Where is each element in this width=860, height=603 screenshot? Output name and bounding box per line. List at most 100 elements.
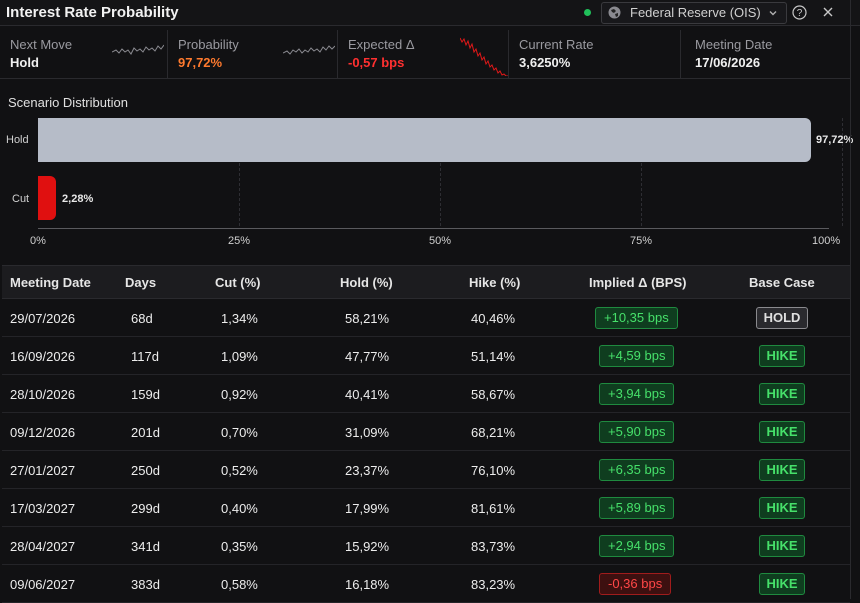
close-icon[interactable] [822, 6, 834, 18]
cell-days: 299d [131, 501, 160, 516]
column-header[interactable]: Hold (%) [340, 275, 393, 290]
cell-hike: 83,73% [471, 539, 516, 554]
cell-days: 383d [131, 577, 160, 592]
cell-hike: 51,14% [471, 349, 516, 364]
base-case-badge: HIKE [759, 497, 805, 519]
stat-value: 97,72% [178, 55, 223, 70]
cell-days: 159d [131, 387, 160, 402]
table-row[interactable]: 16/09/2026 117d 1,09% 47,77% 51,14% +4,59 bps… [2, 337, 850, 375]
cell-cut: 1,34% [221, 311, 258, 326]
x-axis [38, 228, 829, 229]
stat-value: -0,57 bps [348, 55, 405, 70]
cell-date: 28/10/2026 [10, 387, 76, 402]
cell-hold: 31,09% [345, 425, 390, 440]
table-body: 29/07/2026 68d 1,34% 58,21% 40,46% +10,35 bps… [2, 299, 850, 603]
base-case-badge: HIKE [759, 345, 805, 367]
cell-hike: 58,67% [471, 387, 516, 402]
meetings-table: Meeting Date Days Cut (%) Hold (%) Hike … [2, 265, 850, 603]
table-row[interactable]: 28/10/2026 159d 0,92% 40,41% 58,67% +3,94 bps… [2, 375, 850, 413]
stat-label: Next Move [10, 37, 73, 52]
implied-delta-pill: +6,35 bps [599, 459, 675, 481]
sparkline-probability [283, 45, 335, 55]
base-case-badge: HIKE [759, 459, 805, 481]
stat-label: Probability [178, 37, 239, 52]
cell-hike: 68,21% [471, 425, 516, 440]
cell-hold: 23,37% [345, 463, 390, 478]
cell-hold: 17,99% [345, 501, 390, 516]
axis-tick-label: 25% [228, 235, 251, 247]
base-case-badge: HIKE [759, 383, 805, 405]
stat-label: Expected Δ [348, 37, 415, 52]
cell-date: 29/07/2026 [10, 311, 76, 326]
bar-label-cut: Cut [12, 193, 30, 205]
cell-days: 250d [131, 463, 160, 478]
bar-hold [38, 118, 811, 162]
interest-rate-panel: Interest Rate Probability Federal Reserv… [0, 0, 860, 603]
cell-cut: 0,70% [221, 425, 258, 440]
column-header[interactable]: Implied Δ (BPS) [589, 275, 686, 290]
stat-label: Current Rate [519, 37, 594, 52]
bar-value-cut: 2,28% [62, 193, 94, 205]
base-case-badge: HIKE [759, 535, 805, 557]
stat-meeting-date: Meeting Date 17/06/2026 [681, 30, 850, 78]
implied-delta-pill: -0,36 bps [599, 573, 672, 595]
table-row[interactable]: 09/12/2026 201d 0,70% 31,09% 68,21% +5,90 bps… [2, 413, 850, 451]
base-case-badge: HIKE [759, 573, 805, 595]
cell-date: 17/03/2027 [10, 501, 76, 516]
cell-hold: 58,21% [345, 311, 390, 326]
bar-label-hold: Hold [6, 134, 29, 146]
column-header[interactable]: Days [125, 275, 156, 290]
cell-days: 201d [131, 425, 160, 440]
cell-cut: 0,52% [221, 463, 258, 478]
chevron-down-icon [769, 11, 777, 16]
cell-date: 16/09/2026 [10, 349, 76, 364]
stat-current-rate: Current Rate 3,6250% [509, 30, 681, 78]
axis-tick-label: 75% [630, 235, 653, 247]
implied-delta-pill: +4,59 bps [599, 345, 675, 367]
implied-delta-pill: +10,35 bps [595, 307, 678, 329]
table-header: Meeting Date Days Cut (%) Hold (%) Hike … [2, 265, 850, 299]
cell-days: 117d [131, 349, 159, 364]
table-row[interactable]: 29/07/2026 68d 1,34% 58,21% 40,46% +10,35 bps… [2, 299, 850, 337]
stat-value: 3,6250% [519, 55, 571, 70]
table-row[interactable]: 17/03/2027 299d 0,40% 17,99% 81,61% +5,89 bps… [2, 489, 850, 527]
globe-icon [608, 6, 621, 19]
svg-text:?: ? [797, 8, 803, 19]
implied-delta-pill: +5,90 bps [599, 421, 675, 443]
implied-delta-pill: +3,94 bps [599, 383, 675, 405]
cell-date: 28/04/2027 [10, 539, 76, 554]
distribution-title: Scenario Distribution [8, 95, 128, 110]
cell-hold: 16,18% [345, 577, 390, 592]
cell-days: 341d [131, 539, 160, 554]
table-row[interactable]: 28/04/2027 341d 0,35% 15,92% 83,73% +2,94 bps… [2, 527, 850, 565]
base-case-badge: HOLD [756, 307, 808, 329]
cell-date: 27/01/2027 [10, 463, 76, 478]
panel-right-border [850, 0, 851, 599]
cell-cut: 0,35% [221, 539, 258, 554]
bar-cut [38, 176, 57, 220]
help-icon[interactable]: ? [792, 5, 807, 20]
cell-cut: 0,40% [221, 501, 258, 516]
column-header[interactable]: Cut (%) [215, 275, 261, 290]
stat-label: Meeting Date [695, 37, 773, 52]
table-row[interactable]: 27/01/2027 250d 0,52% 23,37% 76,10% +6,35 bps… [2, 451, 850, 489]
base-case-badge: HIKE [759, 421, 805, 443]
table-row[interactable]: 09/06/2027 383d 0,58% 16,18% 83,23% -0,36 bps… [2, 565, 850, 603]
stats-strip: Next Move Hold Probability 97,72% Expect… [0, 30, 850, 79]
cell-hold: 47,77% [345, 349, 390, 364]
sparkline-expected-delta [460, 37, 508, 76]
implied-delta-pill: +5,89 bps [599, 497, 675, 519]
cell-hold: 15,92% [345, 539, 390, 554]
column-header[interactable]: Base Case [749, 275, 815, 290]
cell-hike: 81,61% [471, 501, 516, 516]
cell-date: 09/06/2027 [10, 577, 76, 592]
axis-tick-label: 50% [429, 235, 452, 247]
axis-tick-label: 0% [30, 235, 46, 247]
stat-probability: Probability 97,72% [168, 30, 338, 78]
bar-value-hold: 97,72% [815, 134, 854, 146]
connection-status-dot [584, 9, 591, 16]
stat-value: 17/06/2026 [695, 55, 761, 70]
column-header[interactable]: Hike (%) [469, 275, 520, 290]
source-select[interactable]: Federal Reserve (OIS) [601, 2, 787, 24]
column-header[interactable]: Meeting Date [10, 275, 91, 290]
